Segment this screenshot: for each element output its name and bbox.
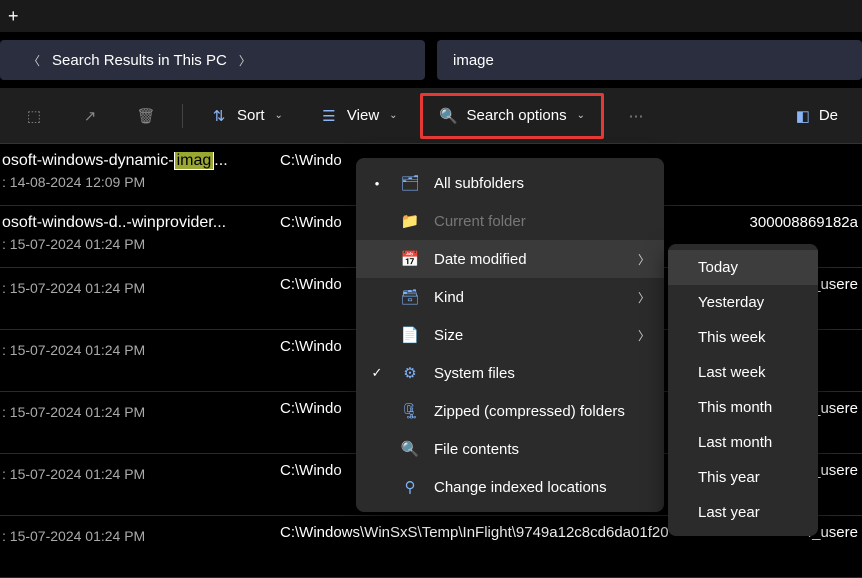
details-pane-button[interactable]: ◧ De xyxy=(779,98,852,134)
result-date: : 15-07-2024 01:24 PM xyxy=(2,466,278,482)
view-icon: ☰ xyxy=(319,106,339,126)
check-icon: ✓ xyxy=(368,365,386,381)
address-row: 〈 Search Results in This PC 〉 image xyxy=(0,32,862,88)
submenu-last-month[interactable]: Last month xyxy=(668,425,818,460)
result-date: : 14-08-2024 12:09 PM xyxy=(2,174,278,190)
trash-icon: 🗑 xyxy=(136,106,156,126)
menu-label: Date modified xyxy=(434,251,527,268)
menu-change-indexed[interactable]: ⚲ Change indexed locations xyxy=(356,468,664,506)
search-options-icon: 🔍 xyxy=(439,106,459,126)
search-input[interactable]: image xyxy=(437,40,862,80)
menu-all-subfolders[interactable]: • 🗂 All subfolders xyxy=(356,164,664,202)
menu-label: Zipped (compressed) folders xyxy=(434,403,625,420)
submenu-label: Last year xyxy=(698,504,760,521)
menu-system-files[interactable]: ✓ ⚙ System files xyxy=(356,354,664,392)
titlebar: + xyxy=(0,0,862,32)
chevron-right-icon: 〉 xyxy=(638,327,650,344)
sort-icon: ⇅ xyxy=(209,106,229,126)
view-button[interactable]: ☰ View ⌄ xyxy=(305,98,412,134)
submenu-label: Yesterday xyxy=(698,294,764,311)
menu-label: Current folder xyxy=(434,213,526,230)
menu-label: File contents xyxy=(434,441,519,458)
details-pane-icon: ◧ xyxy=(793,106,813,126)
more-icon: ⋯ xyxy=(626,106,646,126)
delete-button[interactable]: 🗑 xyxy=(122,98,170,134)
menu-file-contents[interactable]: 🔍 File contents xyxy=(356,430,664,468)
search-options-menu: • 🗂 All subfolders 📁 Current folder 📅 Da… xyxy=(356,158,664,512)
result-date: : 15-07-2024 01:24 PM xyxy=(2,342,278,358)
sort-label: Sort xyxy=(237,107,265,124)
menu-size[interactable]: 📄 Size 〉 xyxy=(356,316,664,354)
menu-zipped[interactable]: 🗜 Zipped (compressed) folders xyxy=(356,392,664,430)
result-date: : 15-07-2024 01:24 PM xyxy=(2,528,278,544)
submenu-today[interactable]: Today xyxy=(668,250,818,285)
submenu-label: This week xyxy=(698,329,766,346)
chevron-right-icon: 〉 xyxy=(638,289,650,306)
chevron-right-icon: 〉 xyxy=(638,251,650,268)
rename-button[interactable]: ⬚ xyxy=(10,98,58,134)
chevron-right-icon: 〉 xyxy=(239,52,251,69)
share-button[interactable]: ↗ xyxy=(66,98,114,134)
menu-label: System files xyxy=(434,365,515,382)
submenu-last-year[interactable]: Last year xyxy=(668,495,818,530)
details-label: De xyxy=(819,107,838,124)
system-icon: ⚙ xyxy=(400,364,420,382)
date-modified-submenu: Today Yesterday This week Last week This… xyxy=(668,244,818,536)
share-icon: ↗ xyxy=(80,106,100,126)
calendar-icon: 📅 xyxy=(400,250,420,268)
menu-label: Kind xyxy=(434,289,464,306)
more-button[interactable]: ⋯ xyxy=(612,98,660,134)
submenu-this-week[interactable]: This week xyxy=(668,320,818,355)
search-options-button[interactable]: 🔍 Search options ⌄ xyxy=(425,98,599,134)
highlight: imag xyxy=(174,152,215,170)
kind-icon: 🗃 xyxy=(400,288,420,306)
search-value: image xyxy=(453,52,494,69)
view-label: View xyxy=(347,107,379,124)
breadcrumb[interactable]: 〈 Search Results in This PC 〉 xyxy=(0,40,425,80)
menu-label: Change indexed locations xyxy=(434,479,607,496)
size-icon: 📄 xyxy=(400,326,420,344)
index-icon: ⚲ xyxy=(400,478,420,496)
submenu-last-week[interactable]: Last week xyxy=(668,355,818,390)
submenu-yesterday[interactable]: Yesterday xyxy=(668,285,818,320)
submenu-label: This year xyxy=(698,469,760,486)
contents-icon: 🔍 xyxy=(400,440,420,458)
chevron-down-icon: ⌄ xyxy=(577,110,585,121)
folder-icon: 📁 xyxy=(400,212,420,230)
toolbar: ⬚ ↗ 🗑 ⇅ Sort ⌄ ☰ View ⌄ 🔍 Search options… xyxy=(0,88,862,144)
chevron-down-icon: ⌄ xyxy=(389,110,397,121)
tree-icon: 🗂 xyxy=(400,174,420,192)
menu-kind[interactable]: 🗃 Kind 〉 xyxy=(356,278,664,316)
chevron-down-icon: ⌄ xyxy=(275,110,283,121)
submenu-this-year[interactable]: This year xyxy=(668,460,818,495)
result-name: osoft-windows-d..-winprovider... xyxy=(2,214,278,232)
menu-label: All subfolders xyxy=(434,175,524,192)
submenu-label: Last week xyxy=(698,364,766,381)
rename-icon: ⬚ xyxy=(24,106,44,126)
menu-date-modified[interactable]: 📅 Date modified 〉 xyxy=(356,240,664,278)
result-date: : 15-07-2024 01:24 PM xyxy=(2,236,278,252)
tutorial-highlight: 🔍 Search options ⌄ xyxy=(420,93,604,139)
submenu-label: Today xyxy=(698,259,738,276)
submenu-label: This month xyxy=(698,399,772,416)
result-path: C:\Windo xyxy=(278,152,342,197)
zip-icon: 🗜 xyxy=(400,402,420,420)
chevron-left-icon: 〈 xyxy=(28,52,40,69)
result-date: : 15-07-2024 01:24 PM xyxy=(2,404,278,420)
sort-button[interactable]: ⇅ Sort ⌄ xyxy=(195,98,297,134)
submenu-this-month[interactable]: This month xyxy=(668,390,818,425)
divider xyxy=(182,104,183,128)
search-options-label: Search options xyxy=(467,107,567,124)
menu-current-folder[interactable]: 📁 Current folder xyxy=(356,202,664,240)
result-name: osoft-windows-dynamic-imag... xyxy=(2,152,278,170)
result-date: : 15-07-2024 01:24 PM xyxy=(2,280,278,296)
submenu-label: Last month xyxy=(698,434,772,451)
breadcrumb-text: Search Results in This PC xyxy=(52,52,227,69)
new-tab-button[interactable]: + xyxy=(8,6,19,27)
bullet-icon: • xyxy=(368,176,386,191)
menu-label: Size xyxy=(434,327,463,344)
